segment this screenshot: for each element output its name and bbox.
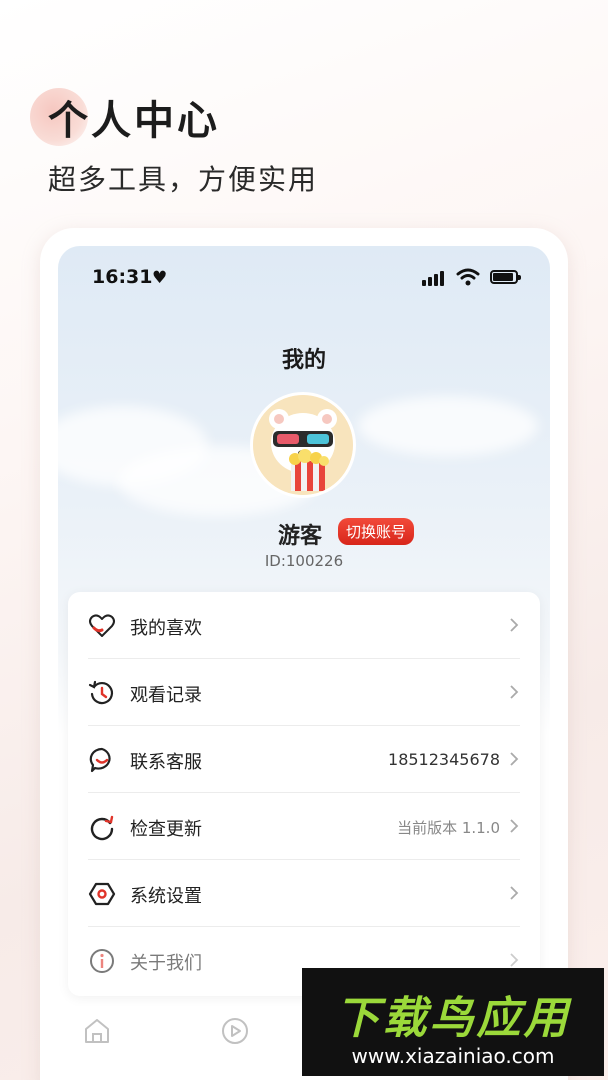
chevron-right-icon [508, 952, 520, 968]
menu-item-label: 关于我们 [130, 953, 202, 974]
menu-item-label: 观看记录 [130, 685, 202, 706]
heart-icon [88, 612, 116, 640]
menu-item-history[interactable]: 观看记录 [88, 659, 520, 726]
switch-account-button[interactable]: 切换账号 [338, 518, 415, 545]
version-text: 当前版本 1.1.0 [397, 819, 500, 837]
username: 游客 [278, 524, 323, 549]
cloud-decoration [358, 396, 538, 456]
menu-item-favorites[interactable]: 我的喜欢 [88, 592, 520, 659]
watermark-banner: 下载鸟应用 www.xiazainiao.com [302, 968, 604, 1076]
menu-list: 我的喜欢 观看记录 联系客服 18512345678 检查更新 当前版本 1.1… [68, 592, 540, 996]
menu-item-label: 我的喜欢 [130, 618, 202, 639]
signal-icon [422, 270, 448, 286]
home-icon[interactable] [82, 1016, 112, 1046]
chevron-right-icon [508, 751, 520, 767]
phone-screen: 16:31 ♥ 我的 游客 切换账号 ID:100226 我的喜欢 观看记录 联… [58, 246, 550, 1080]
heart-status-icon: ♥ [152, 268, 168, 288]
chevron-right-icon [508, 684, 520, 700]
watermark-logo: 下载鸟应用 [335, 993, 571, 1044]
hero-subtitle: 超多工具，方便实用 [48, 163, 319, 196]
phone-number: 18512345678 [388, 750, 500, 769]
hero-title: 个人中心 [48, 98, 220, 144]
chevron-right-icon [508, 885, 520, 901]
status-bar: 16:31 ♥ [58, 264, 550, 292]
menu-item-label: 联系客服 [130, 752, 202, 773]
settings-icon [88, 880, 116, 908]
customer-service-icon [88, 746, 116, 774]
info-icon [88, 947, 116, 975]
refresh-icon [88, 813, 116, 841]
chevron-right-icon [508, 818, 520, 834]
status-time: 16:31 [92, 266, 153, 288]
wifi-icon [456, 268, 480, 286]
menu-item-check-update[interactable]: 检查更新 当前版本 1.1.0 [88, 793, 520, 860]
bear-avatar-icon [253, 395, 353, 495]
watermark-url: www.xiazainiao.com [351, 1044, 555, 1068]
play-icon[interactable] [220, 1016, 250, 1046]
battery-icon [490, 270, 521, 284]
page-title: 我的 [281, 348, 326, 373]
menu-item-label: 检查更新 [130, 819, 202, 840]
history-icon [88, 679, 116, 707]
avatar[interactable] [250, 392, 356, 498]
phone-mockup: 16:31 ♥ 我的 游客 切换账号 ID:100226 我的喜欢 观看记录 联… [40, 228, 568, 1080]
menu-item-label: 系统设置 [130, 886, 202, 907]
user-id: ID:100226 [264, 552, 344, 570]
menu-item-settings[interactable]: 系统设置 [88, 860, 520, 927]
chevron-right-icon [508, 617, 520, 633]
menu-item-customer-service[interactable]: 联系客服 18512345678 [88, 726, 520, 793]
